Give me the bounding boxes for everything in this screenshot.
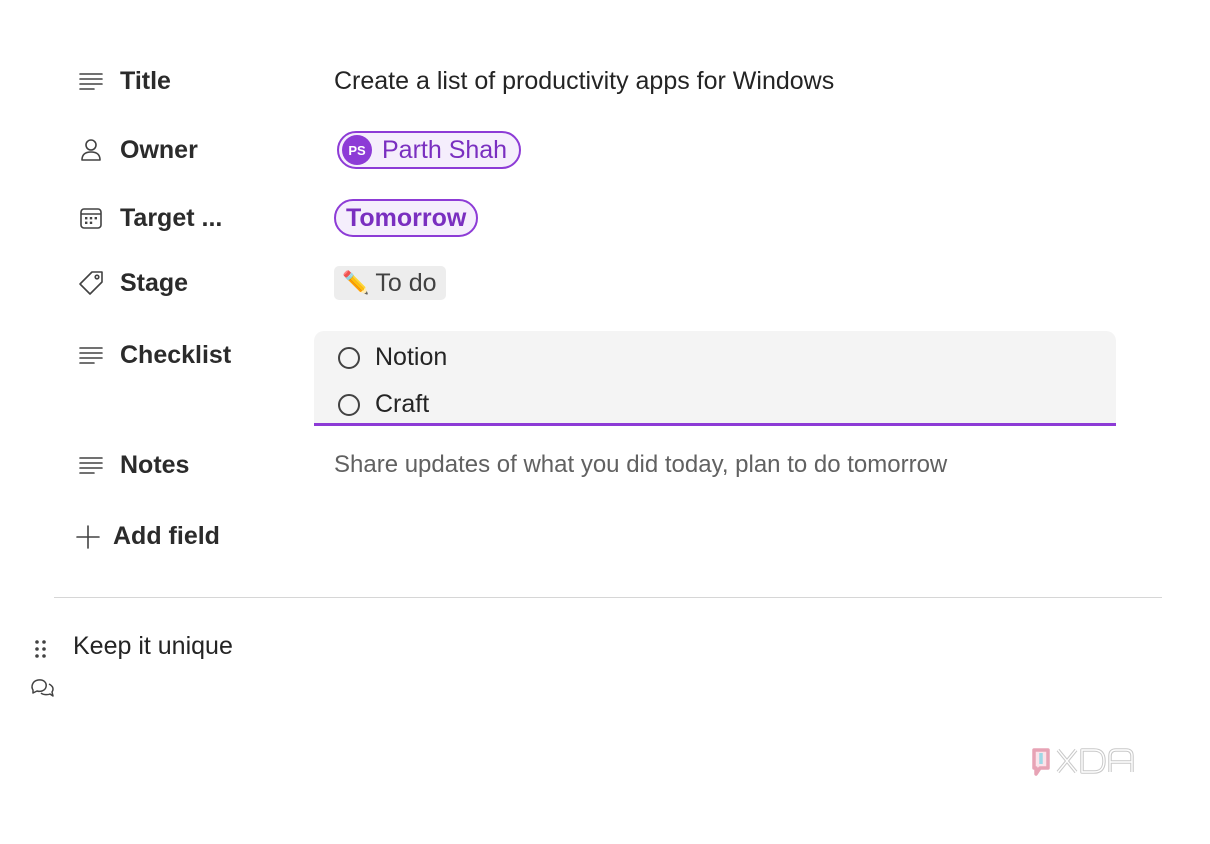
block-text[interactable]: Keep it unique: [73, 632, 233, 661]
xda-logo-icon: [1030, 742, 1148, 780]
field-row-owner: Owner PS Parth Shah: [76, 131, 522, 169]
pencil-icon: ✏️: [342, 270, 370, 295]
avatar: PS: [342, 135, 372, 165]
notes-input[interactable]: Share updates of what you did today, pla…: [334, 451, 947, 479]
divider: [54, 597, 1162, 598]
label-checklist: Checklist: [120, 340, 232, 369]
comment-icon[interactable]: [29, 676, 55, 700]
label-title: Title: [120, 66, 171, 95]
field-row-title: Title Create a list of productivity apps…: [76, 66, 834, 96]
text-lines-icon: [76, 450, 106, 480]
drag-handle-icon[interactable]: [33, 638, 49, 660]
title-value[interactable]: Create a list of productivity apps for W…: [334, 67, 834, 96]
add-field-label: Add field: [113, 522, 220, 550]
label-stage: Stage: [120, 268, 189, 297]
calendar-icon: [76, 203, 106, 233]
checkbox-circle-icon[interactable]: [338, 393, 360, 416]
add-field-button[interactable]: Add field: [74, 522, 220, 551]
field-row-checklist-label: Checklist: [76, 340, 334, 370]
checkbox-circle-icon[interactable]: [338, 346, 360, 369]
field-label-stage: Stage: [76, 268, 334, 298]
checklist-item: Notion: [338, 343, 447, 372]
person-icon: [76, 135, 106, 165]
checklist-item-text[interactable]: Craft: [375, 390, 429, 419]
field-row-target-date: Target ... Tomorrow: [76, 199, 479, 237]
text-lines-icon: [76, 340, 106, 370]
plus-icon: [74, 523, 102, 551]
target-date-pill[interactable]: Tomorrow: [334, 199, 479, 237]
stage-chip[interactable]: ✏️ To do: [334, 266, 446, 300]
label-target-date: Target ...: [120, 203, 223, 232]
checklist-item: Craft: [338, 390, 429, 419]
field-label-owner: Owner: [76, 135, 334, 165]
field-row-stage: Stage ✏️ To do: [76, 266, 446, 300]
stage-value: To do: [375, 268, 437, 297]
owner-pill[interactable]: PS Parth Shah: [337, 131, 522, 169]
label-notes: Notes: [120, 450, 190, 479]
text-lines-icon: [76, 66, 106, 96]
label-owner: Owner: [120, 135, 198, 164]
field-label-target-date: Target ...: [76, 203, 334, 233]
field-label-notes: Notes: [76, 450, 334, 480]
field-label-title: Title: [76, 66, 334, 96]
checklist-editor[interactable]: Notion Craft: [314, 331, 1116, 426]
checklist-item-text[interactable]: Notion: [375, 343, 447, 372]
owner-name: Parth Shah: [382, 135, 508, 164]
field-row-notes: Notes Share updates of what you did toda…: [76, 450, 947, 480]
tag-icon: [76, 268, 106, 298]
field-label-checklist: Checklist: [76, 340, 334, 370]
